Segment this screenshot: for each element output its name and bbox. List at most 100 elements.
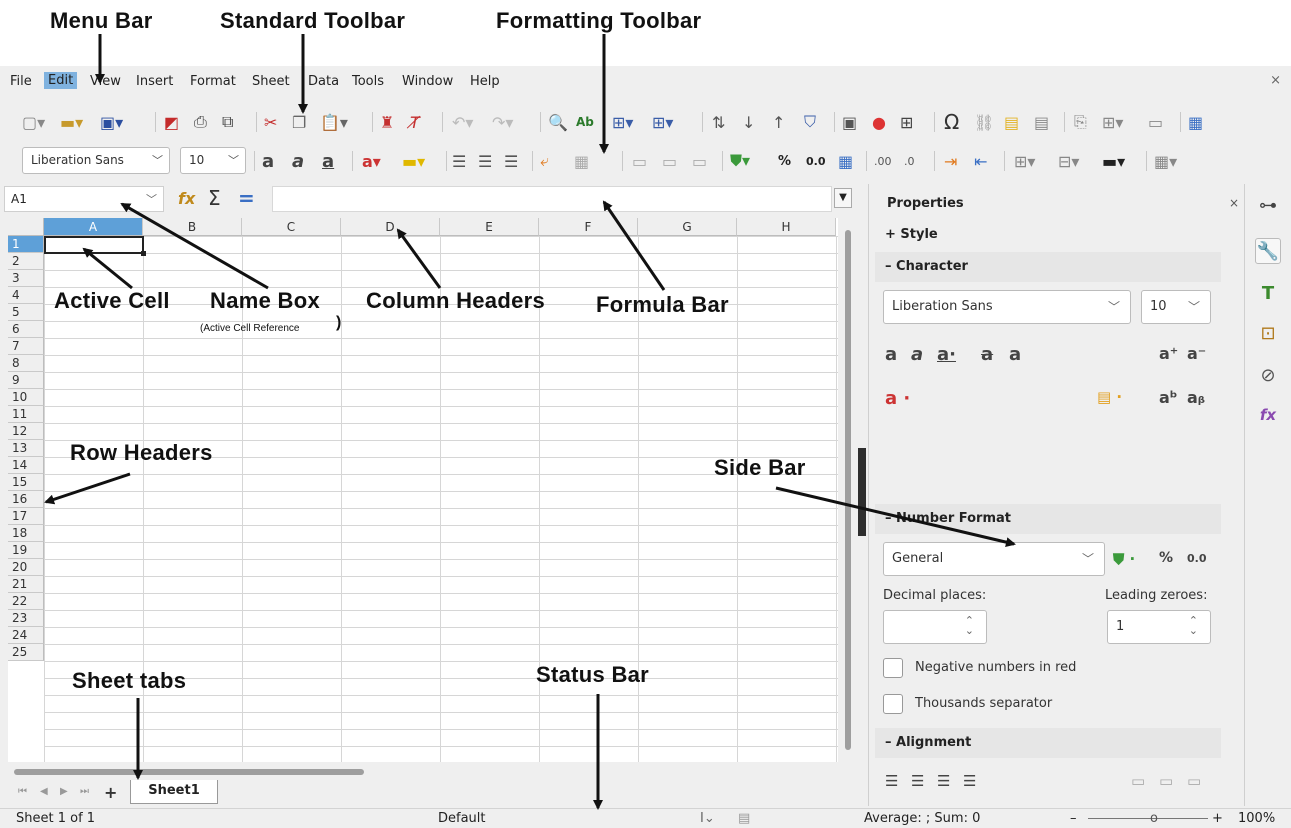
subscript-icon[interactable]: aᵦ: [1187, 388, 1205, 407]
negative-red-label[interactable]: Negative numbers in red: [915, 660, 1076, 675]
sidebar-align-top-icon[interactable]: ▭: [1131, 772, 1145, 790]
sidebar-align-left-icon[interactable]: ☰: [885, 772, 898, 790]
italic-icon[interactable]: a: [292, 149, 304, 173]
sidebar-font-color-icon[interactable]: a ·: [885, 388, 910, 409]
styles-icon[interactable]: T: [1255, 280, 1281, 306]
sidebar-center-vertically-icon[interactable]: ▭: [1159, 772, 1173, 790]
row-header[interactable]: 14: [8, 457, 44, 474]
row-header[interactable]: 4: [8, 287, 44, 304]
decimal-places-spinner[interactable]: ⌃ ⌄: [883, 610, 987, 644]
navigator-icon[interactable]: ⊘: [1255, 362, 1281, 388]
sort-icon[interactable]: ⇅: [712, 110, 725, 134]
close-document-icon[interactable]: ×: [1270, 73, 1281, 88]
align-left-icon[interactable]: ☰: [452, 149, 466, 173]
sort-ascending-icon[interactable]: ↓: [742, 110, 755, 134]
select-all-corner[interactable]: [8, 218, 44, 236]
define-print-area-icon[interactable]: ⎘: [1074, 110, 1087, 134]
leading-zeroes-spinner[interactable]: 1 ⌃ ⌄: [1107, 610, 1211, 644]
last-sheet-icon[interactable]: ⏭: [80, 786, 89, 797]
previous-sheet-icon[interactable]: ◀: [40, 786, 48, 797]
name-box[interactable]: A1 ﹀: [4, 186, 164, 212]
scroll-thumb[interactable]: [14, 769, 364, 775]
merge-center-icon[interactable]: ▦: [574, 149, 589, 173]
function-wizard-icon[interactable]: fx: [178, 186, 195, 210]
add-decimal-place-icon[interactable]: .00: [874, 149, 892, 173]
increase-indent-icon[interactable]: ⇥: [944, 149, 957, 173]
row-icon[interactable]: ⊞▾: [612, 110, 633, 134]
zoom-in-button[interactable]: +: [1212, 811, 1223, 826]
sidebar-number-button[interactable]: 0.0: [1187, 552, 1207, 565]
active-cell[interactable]: [44, 236, 146, 256]
clear-formatting-icon[interactable]: T̸: [410, 110, 420, 134]
menu-file[interactable]: File: [10, 74, 32, 89]
row-header[interactable]: 7: [8, 338, 44, 355]
row-header[interactable]: 23: [8, 610, 44, 627]
hyperlink-icon[interactable]: ⛓: [974, 110, 994, 134]
row-header[interactable]: 12: [8, 423, 44, 440]
clone-formatting-icon[interactable]: ♜: [380, 110, 394, 134]
negative-red-checkbox[interactable]: [883, 658, 903, 678]
menu-insert[interactable]: Insert: [136, 74, 173, 89]
menu-tools[interactable]: Tools: [352, 74, 384, 89]
row-header[interactable]: 22: [8, 593, 44, 610]
vertical-scrollbar[interactable]: [840, 218, 856, 778]
row-header[interactable]: 11: [8, 406, 44, 423]
row-header[interactable]: 1: [8, 236, 44, 253]
column-header[interactable]: C: [242, 218, 341, 236]
page-style[interactable]: Default: [438, 811, 486, 826]
menu-data[interactable]: Data: [308, 74, 339, 89]
formula-input[interactable]: [272, 186, 832, 212]
column-header[interactable]: E: [440, 218, 539, 236]
menu-edit[interactable]: Edit: [44, 72, 78, 89]
font-color-icon[interactable]: a▾: [362, 149, 381, 173]
highlight-color-icon[interactable]: ▬▾: [402, 149, 425, 173]
show-draw-functions-icon[interactable]: ▦: [1188, 110, 1203, 134]
functions-icon[interactable]: fx: [1255, 402, 1281, 428]
date-format-icon[interactable]: ▦: [838, 149, 853, 173]
next-sheet-icon[interactable]: ▶: [60, 786, 68, 797]
expand-formula-bar-icon[interactable]: ▼: [834, 188, 852, 208]
align-bottom-icon[interactable]: ▭: [692, 149, 707, 173]
autofilter-icon[interactable]: ⛉: [804, 110, 816, 134]
superscript-icon[interactable]: aᵇ: [1159, 388, 1177, 407]
split-window-icon[interactable]: ▭: [1148, 110, 1163, 134]
sum-icon[interactable]: Σ: [208, 186, 221, 210]
row-header[interactable]: 2: [8, 253, 44, 270]
sidebar-collapse-handle[interactable]: [858, 448, 866, 536]
formula-icon[interactable]: =: [238, 186, 255, 210]
decrease-font-size-icon[interactable]: a⁻: [1187, 344, 1206, 363]
close-sidebar-icon[interactable]: ×: [1229, 196, 1239, 210]
underline-icon[interactable]: a: [322, 149, 334, 173]
number-category-combo[interactable]: General ﹀: [883, 542, 1105, 576]
sidebar-currency-icon[interactable]: ⛊ ·: [1113, 550, 1135, 568]
center-vertically-icon[interactable]: ▭: [662, 149, 677, 173]
number-format-button[interactable]: 0.0: [806, 149, 826, 173]
section-number-format[interactable]: – Number Format: [875, 504, 1221, 534]
cut-icon[interactable]: ✂: [264, 110, 277, 134]
redo-icon[interactable]: ↷▾: [492, 110, 513, 134]
add-sheet-button[interactable]: +: [104, 783, 117, 802]
sidebar-underline-icon[interactable]: a·: [937, 344, 956, 365]
thousands-separator-checkbox[interactable]: [883, 694, 903, 714]
insert-chart-icon[interactable]: ●: [872, 110, 886, 134]
row-header[interactable]: 20: [8, 559, 44, 576]
section-alignment[interactable]: – Alignment: [875, 728, 1221, 758]
sidebar-strikethrough-icon[interactable]: a: [981, 344, 993, 365]
sidebar-align-right-icon[interactable]: ☰: [937, 772, 950, 790]
row-header[interactable]: 18: [8, 525, 44, 542]
spin-buttons-icon[interactable]: ⌃ ⌄: [1189, 615, 1198, 636]
highlighting-icon[interactable]: ▤ ·: [1097, 388, 1122, 406]
spin-buttons-icon[interactable]: ⌃ ⌄: [965, 615, 974, 636]
sidebar-italic-icon[interactable]: a: [911, 344, 923, 365]
sheet-tab-sheet1[interactable]: Sheet1: [130, 780, 218, 804]
borders-icon[interactable]: ⊞▾: [1014, 149, 1035, 173]
first-sheet-icon[interactable]: ⏮: [18, 786, 27, 797]
copy-icon[interactable]: ❐: [292, 110, 306, 134]
align-right-icon[interactable]: ☰: [504, 149, 518, 173]
bold-icon[interactable]: a: [262, 149, 274, 173]
spelling-icon[interactable]: Ab: [576, 110, 594, 134]
find-replace-icon[interactable]: 🔍: [548, 110, 568, 134]
zoom-slider-handle[interactable]: o: [1150, 811, 1158, 826]
row-header[interactable]: 21: [8, 576, 44, 593]
font-size-combo[interactable]: 10 ﹀: [180, 147, 246, 174]
